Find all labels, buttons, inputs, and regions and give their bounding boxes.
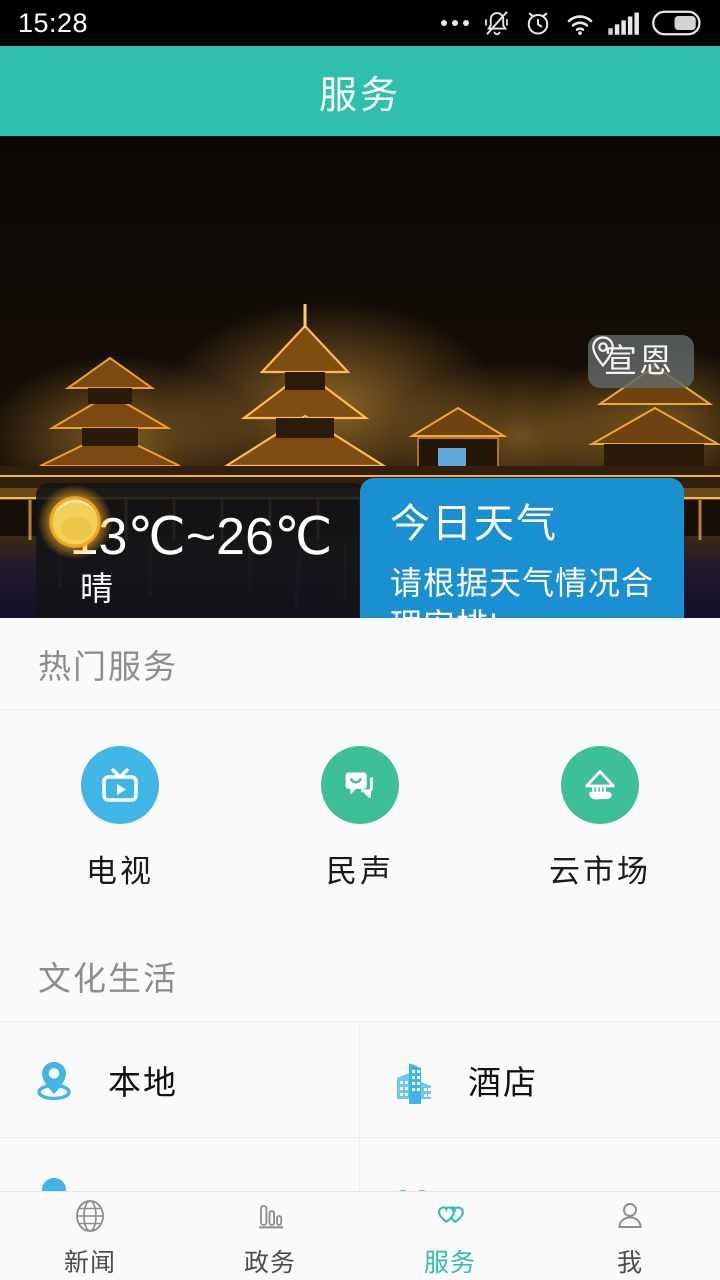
weather-condition: 晴 bbox=[80, 570, 113, 608]
tab-government[interactable]: 政务 bbox=[180, 1194, 360, 1279]
page-header: 服务 bbox=[0, 46, 720, 136]
cultural-life-item-local[interactable]: 本地 bbox=[0, 1022, 360, 1138]
status-bar-icons bbox=[441, 8, 702, 38]
weather-tip-body: 请根据天气情况合理安排! bbox=[390, 565, 655, 618]
hot-services-header: 热门服务 bbox=[0, 618, 720, 710]
weather-condition-row: 晴 37 良 bbox=[36, 484, 366, 618]
bottom-tab-bar: 新闻 政务 服务 我 bbox=[0, 1191, 720, 1280]
hot-service-label: 民声 bbox=[326, 854, 394, 889]
weather-texts: 晴 37 良 bbox=[80, 572, 181, 618]
tab-news[interactable]: 新闻 bbox=[0, 1194, 180, 1279]
location-pin-icon bbox=[592, 336, 614, 368]
cultural-life-label: 本地 bbox=[108, 1063, 178, 1101]
sun-icon bbox=[37, 484, 113, 560]
tab-services[interactable]: 服务 bbox=[360, 1194, 540, 1279]
hot-service-label: 云市场 bbox=[549, 854, 651, 889]
status-bar: 15:28 bbox=[0, 0, 720, 46]
cultural-life-label: 酒店 bbox=[468, 1063, 538, 1101]
tab-label: 服务 bbox=[423, 1248, 476, 1277]
wifi-icon bbox=[567, 15, 593, 35]
app-screen: 15:28 服务 宣恩 13℃~26℃ 晴 今日天气 请根据天气情况合 热门服务… bbox=[0, 0, 720, 1280]
page-title: 服务 bbox=[318, 74, 401, 117]
hearts-icon bbox=[437, 1205, 464, 1223]
hot-service-cloud-market[interactable]: 云市场 bbox=[480, 746, 720, 891]
hot-services-grid: 电视 民声 云市场 bbox=[0, 710, 720, 925]
cultural-life-title: 文化生活 bbox=[38, 959, 178, 997]
hot-services-section: 热门服务 电视 民声 云市场 bbox=[0, 618, 720, 925]
buildings-icon bbox=[388, 1054, 440, 1106]
bell-muted-icon bbox=[485, 11, 508, 36]
weather-banner[interactable]: 宣恩 13℃~26℃ 晴 今日天气 请根据天气情况合 bbox=[0, 136, 720, 618]
tv-icon bbox=[81, 746, 159, 824]
weather-tip-title: 今日天气 bbox=[390, 502, 558, 546]
tab-label: 政务 bbox=[243, 1248, 296, 1277]
location-chip[interactable]: 宣恩 bbox=[588, 335, 694, 388]
cultural-life-header: 文化生活 bbox=[0, 930, 720, 1022]
alarm-clock-icon bbox=[527, 12, 549, 35]
chat-bubbles-icon bbox=[321, 746, 399, 824]
hot-service-tv[interactable]: 电视 bbox=[0, 746, 240, 891]
globe-icon bbox=[76, 1199, 104, 1232]
person-icon bbox=[618, 1202, 642, 1228]
cultural-life-item-hotel[interactable]: 酒店 bbox=[360, 1022, 720, 1138]
weather-card[interactable]: 13℃~26℃ 晴 37 bbox=[36, 483, 366, 618]
hot-services-title: 热门服务 bbox=[38, 647, 178, 685]
hot-service-label: 电视 bbox=[86, 854, 154, 889]
battery-icon bbox=[652, 10, 701, 36]
cellular-signal-icon bbox=[608, 12, 639, 35]
location-pin-icon bbox=[28, 1054, 80, 1106]
tab-me[interactable]: 我 bbox=[540, 1194, 720, 1279]
hot-service-voice[interactable]: 民声 bbox=[240, 746, 480, 891]
cloud-market-icon bbox=[561, 746, 639, 824]
more-dots-icon bbox=[441, 20, 469, 26]
tab-label: 我 bbox=[616, 1248, 643, 1277]
status-bar-clock: 15:28 bbox=[18, 7, 89, 38]
weather-tip-card[interactable]: 今日天气 请根据天气情况合理安排! bbox=[360, 478, 684, 618]
tab-label: 新闻 bbox=[63, 1248, 116, 1277]
bar-chart-icon bbox=[259, 1204, 283, 1228]
